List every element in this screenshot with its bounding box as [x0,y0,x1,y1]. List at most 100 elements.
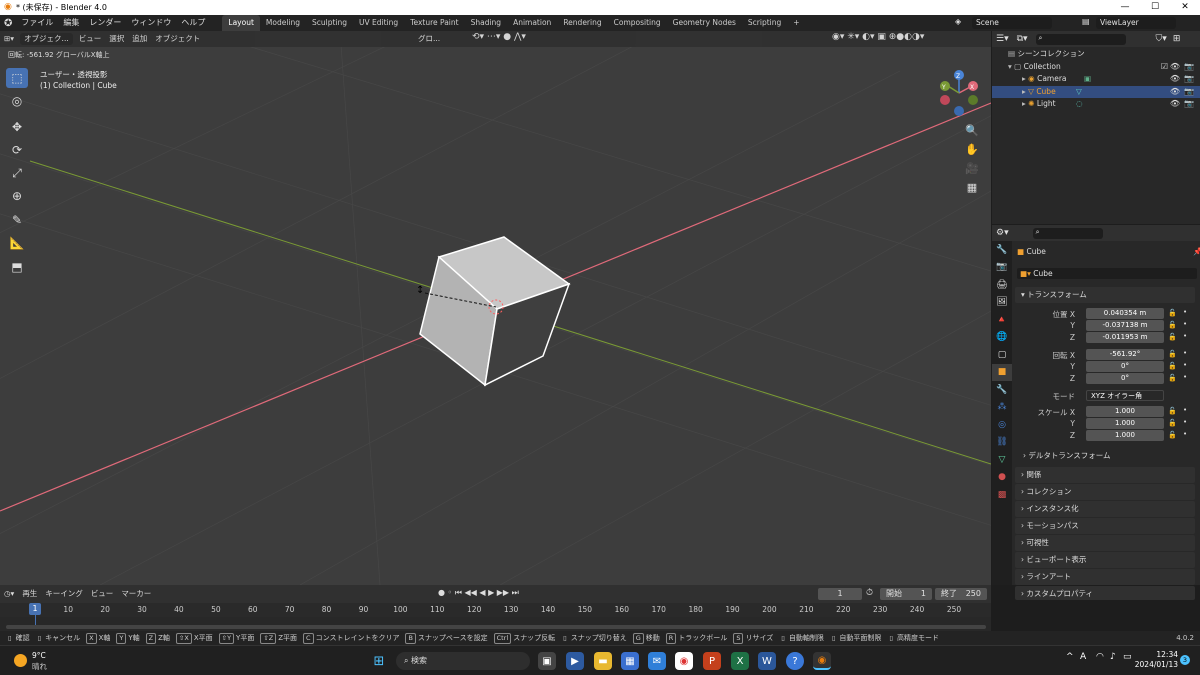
help-icon[interactable]: ? [786,652,804,670]
rotation-mode-dropdown[interactable]: XYZ オイラー角 [1086,390,1164,401]
menu-window[interactable]: ウィンドウ [126,15,176,31]
outliner-row-camera[interactable]: ▸ ◉ Camera ▣ 👁 📷 [992,73,1200,86]
tab-rendering[interactable]: Rendering [557,15,607,31]
menu-object[interactable]: オブジェクト [151,31,204,47]
store-icon[interactable]: ▦ [621,652,639,670]
taskbar-search-box[interactable]: ⌕ 検索 [396,652,530,670]
object-tab-icon[interactable]: ■ [992,363,1012,381]
clock-date[interactable]: 2024/01/13 [1130,660,1178,669]
view-layer-tab-icon[interactable]: 🖼 [992,294,1012,312]
tab-modeling[interactable]: Modeling [260,15,306,31]
data-tab-icon[interactable]: ▽ [992,451,1012,469]
add-workspace-button[interactable]: + [787,15,805,31]
transform-panel-header[interactable]: ▾ トランスフォーム [1015,287,1195,303]
visibility-overlay-icons[interactable]: ◉▾ ✳▾ ◐▾ ▣ ⊕●◐◑▾ [832,32,924,42]
frame-ruler[interactable]: 10 20 30 40 50 60 70 80 90 100 110 120 130 140 150 160 1… [0,603,991,617]
scene-tab-icon[interactable]: 🔺 [992,311,1012,329]
lock-icon[interactable]: 🔓 [1168,362,1177,370]
weather-sun-icon[interactable] [14,654,27,667]
tab-texture-paint[interactable]: Texture Paint [404,15,464,31]
tab-compositing[interactable]: Compositing [608,15,667,31]
outliner-row-scene-collection[interactable]: ▤ シーンコレクション [992,48,1200,61]
menu-add[interactable]: 追加 [128,31,151,47]
menu-file[interactable]: ファイル [16,15,58,31]
scale-tool-icon[interactable]: ⤢ [6,163,28,183]
properties-editor-icon[interactable]: ⚙▾ [996,228,1009,238]
grid-toggle-icon[interactable]: ▦ [961,178,983,197]
powerpoint-icon[interactable]: P [703,652,721,670]
lock-icon[interactable]: 🔓 [1168,431,1177,439]
volume-icon[interactable]: ♪ [1110,652,1116,662]
zoom-app-icon[interactable]: ▶ [566,652,584,670]
tab-layout[interactable]: Layout [222,15,260,31]
wifi-icon[interactable]: ◠ [1096,652,1104,662]
tool-tab-icon[interactable]: 🔧 [992,241,1012,259]
object-mode-dropdown[interactable]: オブジェク... [20,33,73,45]
playhead[interactable]: 1 [29,603,41,615]
lock-icon[interactable]: 🔓 [1168,350,1177,358]
add-cube-tool-icon[interactable]: ⬒ [6,257,28,277]
word-icon[interactable]: W [758,652,776,670]
panel-motion-paths[interactable]: › モーションパス [1015,518,1195,534]
physics-tab-icon[interactable]: ◎ [992,416,1012,434]
blender-menu-icon[interactable]: ✪ [0,18,16,29]
notification-badge[interactable]: 3 [1180,655,1190,665]
menu-help[interactable]: ヘルプ [176,15,210,31]
panel-instancing[interactable]: › インスタンス化 [1015,501,1195,517]
cube-object[interactable] [419,236,571,387]
modifier-tab-icon[interactable]: 🔧 [992,381,1012,399]
keyframe-dot[interactable]: • [1183,332,1187,340]
keyframe-dot[interactable]: • [1183,430,1187,438]
measure-tool-icon[interactable]: 📐 [6,233,28,253]
viewport-scene[interactable]: ↕ Z X Y [0,31,991,585]
render-camera-icon[interactable]: 📷 [1184,73,1194,86]
outliner-editor-icon[interactable]: ☰▾ [996,34,1009,44]
preview-range-clock-icon[interactable]: ⏱ [866,588,873,598]
constraints-tab-icon[interactable]: ⛓ [992,434,1012,452]
keyframe-dot[interactable]: • [1183,320,1187,328]
keyframe-dot[interactable]: • [1183,418,1187,426]
timeline-scrollbar[interactable] [6,625,986,629]
lock-icon[interactable]: 🔓 [1168,374,1177,382]
playback-controls[interactable]: ● ◦ ⏮ ◀◀ ◀ ▶ ▶▶ ⏭ [438,588,519,598]
3d-viewport[interactable]: ↕ Z X Y ⊞▾ オブジェク... ビュー 選択 追加 オブジェクト グロ.… [0,31,991,585]
panel-collections[interactable]: › コレクション [1015,484,1195,500]
windows-start-icon[interactable]: ⊞ [370,652,388,670]
pan-hand-icon[interactable]: ✋ [961,140,983,159]
navigation-gizmo[interactable]: Z X Y [940,70,978,116]
weather-temp[interactable]: 9°C [32,651,46,660]
cursor-tool-icon[interactable]: ◎ [6,91,28,111]
panel-viewport-display[interactable]: › ビューポート表示 [1015,552,1195,568]
lock-icon[interactable]: 🔓 [1168,309,1177,317]
rotate-tool-icon[interactable]: ⟳ [6,140,28,160]
menu-render[interactable]: レンダー [84,15,126,31]
lock-icon[interactable]: 🔓 [1168,407,1177,415]
tab-animation[interactable]: Animation [507,15,557,31]
display-mode-icon[interactable]: ⧉▾ [1017,34,1028,44]
pin-icon[interactable]: 📌 [1193,247,1200,256]
menu-playback[interactable]: 再生 [18,586,41,602]
blender-taskbar-icon[interactable]: ◉ [813,652,831,670]
excel-icon[interactable]: X [731,652,749,670]
exclude-checkbox[interactable]: ☑ [1161,61,1168,74]
menu-edit[interactable]: 編集 [58,15,84,31]
scene-selector[interactable]: Scene [972,17,1052,29]
panel-custom-properties[interactable]: › カスタムプロパティ [1015,586,1195,600]
annotate-tool-icon[interactable]: ✎ [6,210,28,230]
keyframe-dot[interactable]: • [1183,349,1187,357]
menu-view[interactable]: ビュー [75,31,106,47]
location-z-field[interactable]: -0.011953 m [1086,332,1164,343]
render-camera-icon[interactable]: 📷 [1184,98,1194,111]
texture-tab-icon[interactable]: ▩ [992,486,1012,504]
delta-transform-subpanel[interactable]: › デルタトランスフォーム [1023,450,1200,461]
tab-sculpting[interactable]: Sculpting [306,15,353,31]
tab-shading[interactable]: Shading [465,15,507,31]
ime-indicator[interactable]: A [1080,652,1086,662]
lock-icon[interactable]: 🔓 [1168,419,1177,427]
render-camera-icon[interactable]: 📷 [1184,86,1194,99]
collection-tab-icon[interactable]: ▢ [992,346,1012,364]
output-tab-icon[interactable]: 🖨 [992,276,1012,294]
zoom-icon[interactable]: 🔍 [961,121,983,140]
object-datablock-field[interactable]: ■▾ Cube [1017,268,1197,279]
menu-select[interactable]: 選択 [105,31,128,47]
